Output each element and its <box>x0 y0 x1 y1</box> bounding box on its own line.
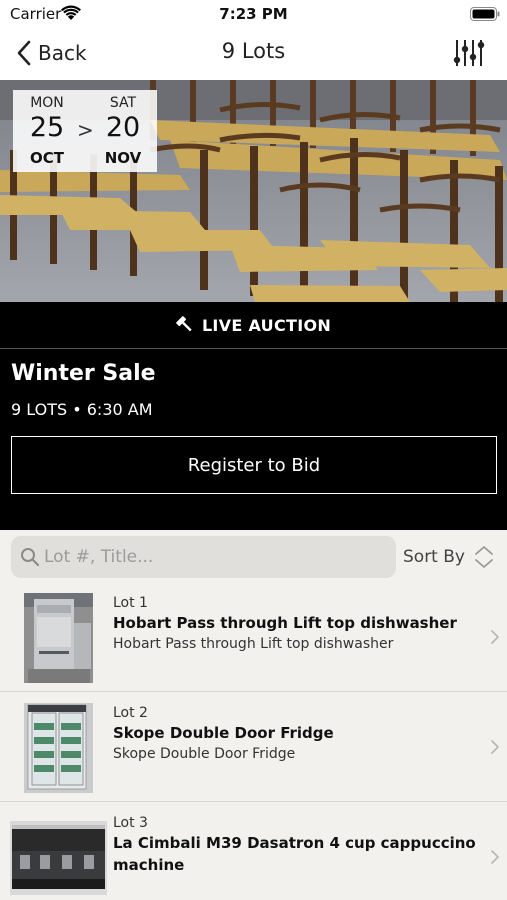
lot-list: Lot 1 Hobart Pass through Lift top dishw… <box>0 582 507 900</box>
list-item[interactable]: Lot 1 Hobart Pass through Lift top dishw… <box>0 582 507 692</box>
date-range-badge: MON 25 OCT > SAT 20 NOV <box>13 90 157 172</box>
search-field[interactable] <box>11 536 396 578</box>
clock-time: 7:23 PM <box>219 5 288 23</box>
chevron-right-icon <box>491 850 499 864</box>
auction-hero: MON 25 OCT > SAT 20 NOV <box>0 80 507 302</box>
dishwasher-thumbnail <box>24 593 93 683</box>
lot-title: Hobart Pass through Lift top dishwasher <box>113 614 457 632</box>
search-icon <box>21 548 40 567</box>
sort-by-button[interactable]: Sort By <box>403 539 503 575</box>
list-item[interactable]: Lot 2 Skope Double Door Fridge Skope Dou… <box>0 692 507 802</box>
sale-meta: 9 LOTS • 6:30 AM <box>11 400 153 419</box>
sort-by-label: Sort By <box>403 547 465 567</box>
gavel-icon <box>176 316 192 332</box>
sale-title: Winter Sale <box>11 361 156 386</box>
start-month: OCT <box>30 149 64 167</box>
live-auction-label: LIVE AUCTION <box>201 315 332 335</box>
page-title: 9 Lots <box>221 39 286 63</box>
search-bar: Sort By <box>0 530 507 582</box>
register-to-bid-button[interactable]: Register to Bid <box>11 436 497 494</box>
search-input[interactable] <box>44 536 390 578</box>
sort-chevrons-icon <box>475 546 493 568</box>
chevron-right-icon <box>491 740 499 754</box>
end-weekday: SAT <box>109 95 137 111</box>
fridge-thumbnail <box>24 703 93 793</box>
start-day: 25 <box>29 112 65 143</box>
sliders-icon[interactable] <box>452 37 486 69</box>
end-day: 20 <box>105 112 141 143</box>
battery-icon <box>470 7 500 21</box>
lot-title: Skope Double Door Fridge <box>113 724 334 742</box>
coffee-machine-thumbnail <box>10 821 107 895</box>
auction-info-panel: Winter Sale 9 LOTS • 6:30 AM Register to… <box>0 349 507 530</box>
navigation-bar: Back 9 Lots <box>0 28 507 80</box>
status-bar: Carrier 7:23 PM <box>0 0 507 28</box>
list-item[interactable]: Lot 3 La Cimbali M39 Dasatron 4 cup capp… <box>0 802 507 900</box>
live-auction-banner: LIVE AUCTION <box>0 302 507 348</box>
lot-number: Lot 2 <box>113 705 148 721</box>
lot-description: Hobart Pass through Lift top dishwasher <box>113 636 394 652</box>
lot-title: La Cimbali M39 Dasatron 4 cup cappuccino… <box>113 834 476 874</box>
date-range-arrow: > <box>77 118 94 142</box>
lot-description: Skope Double Door Fridge <box>113 746 296 762</box>
lot-number: Lot 3 <box>113 815 148 831</box>
lot-text: Lot 3 La Cimbali M39 Dasatron 4 cup capp… <box>113 814 478 876</box>
lot-text: Lot 1 Hobart Pass through Lift top dishw… <box>113 594 478 654</box>
lot-text: Lot 2 Skope Double Door Fridge Skope Dou… <box>113 704 478 764</box>
end-month: NOV <box>104 149 142 167</box>
start-weekday: MON <box>30 95 64 111</box>
chevron-right-icon <box>491 630 499 644</box>
lot-number: Lot 1 <box>113 595 148 611</box>
